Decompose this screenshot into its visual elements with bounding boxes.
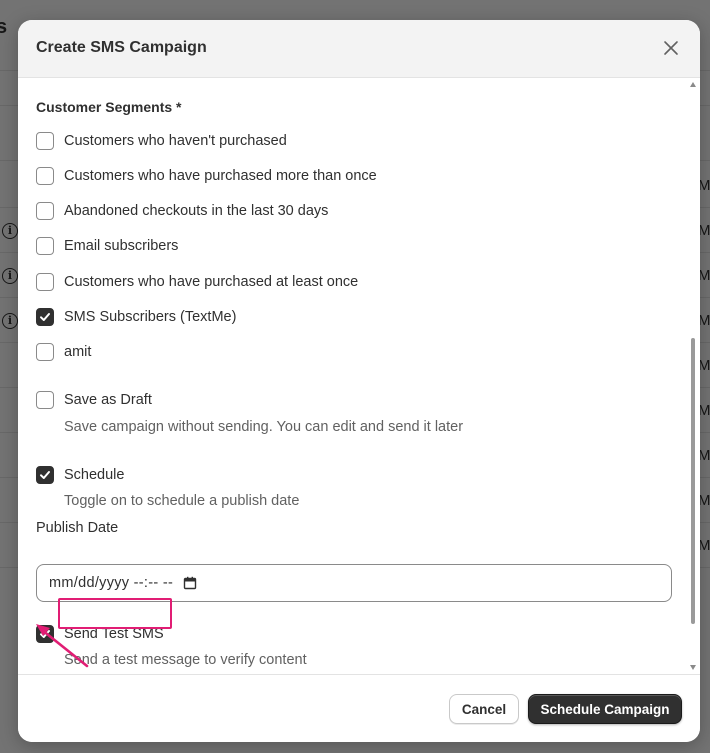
segment-option[interactable]: SMS Subscribers (TextMe) — [36, 307, 236, 327]
segment-option[interactable]: Email subscribers — [36, 236, 178, 256]
segment-option-label: Customers who haven't purchased — [64, 133, 287, 149]
close-icon — [664, 41, 678, 55]
scrollbar-thumb[interactable] — [691, 338, 695, 624]
schedule-option[interactable]: Schedule — [36, 465, 124, 485]
segment-option[interactable]: Customers who haven't purchased — [36, 131, 287, 151]
checkbox[interactable] — [36, 391, 54, 409]
annotation-arrow-icon — [36, 624, 89, 668]
modal-header: Create SMS Campaign — [18, 20, 700, 78]
segment-option-label: SMS Subscribers (TextMe) — [64, 309, 237, 325]
checkbox[interactable] — [36, 343, 54, 361]
publish-date-value: mm/dd/yyyy --:-- -- — [49, 575, 174, 591]
schedule-campaign-button[interactable]: Schedule Campaign — [528, 694, 682, 724]
checkbox[interactable] — [36, 202, 54, 220]
segment-option[interactable]: Abandoned checkouts in the last 30 days — [36, 201, 328, 221]
save-as-draft-help: Save campaign without sending. You can e… — [64, 419, 464, 435]
modal-footer: Cancel Schedule Campaign — [18, 674, 700, 742]
modal-title: Create SMS Campaign — [36, 39, 207, 56]
segment-option-label: Abandoned checkouts in the last 30 days — [64, 203, 329, 219]
segment-option-label: Email subscribers — [64, 238, 179, 254]
checkbox[interactable] — [36, 132, 54, 150]
segment-option[interactable]: Customers who have purchased more than o… — [36, 166, 377, 186]
checkbox[interactable] — [36, 167, 54, 185]
checkmark-icon — [40, 471, 50, 479]
schedule-help: Toggle on to schedule a publish date — [64, 493, 300, 509]
checkbox-checked[interactable] — [36, 308, 54, 326]
save-as-draft-option[interactable]: Save as Draft — [36, 390, 152, 410]
publish-date-label: Publish Date — [36, 520, 119, 536]
segment-option-label: Customers who have purchased more than o… — [64, 168, 377, 184]
checkmark-icon — [40, 313, 50, 321]
modal-body: Customer Segments * Customers who haven'… — [18, 78, 700, 674]
publish-date-input[interactable]: mm/dd/yyyy --:-- -- — [36, 564, 672, 602]
checkbox[interactable] — [36, 273, 54, 291]
scroll-up-arrow-icon[interactable] — [690, 82, 696, 87]
segment-option-label: amit — [64, 344, 92, 360]
schedule-label: Schedule — [64, 467, 125, 483]
save-as-draft-label: Save as Draft — [64, 392, 152, 408]
checkbox-checked[interactable] — [36, 466, 54, 484]
checkbox[interactable] — [36, 237, 54, 255]
send-test-sms-help: Send a test message to verify content — [64, 652, 307, 668]
create-sms-campaign-modal: Create SMS Campaign Customer Segments * … — [18, 20, 700, 742]
cancel-button[interactable]: Cancel — [449, 694, 519, 724]
scroll-down-arrow-icon[interactable] — [690, 665, 696, 670]
scrollbar[interactable] — [686, 78, 700, 674]
calendar-icon[interactable] — [183, 576, 197, 590]
close-button[interactable] — [662, 39, 680, 57]
customer-segments-label: Customer Segments * — [36, 99, 182, 115]
segment-option[interactable]: Customers who have purchased at least on… — [36, 272, 358, 292]
segment-option-label: Customers who have purchased at least on… — [64, 274, 359, 290]
segment-option[interactable]: amit — [36, 342, 91, 362]
